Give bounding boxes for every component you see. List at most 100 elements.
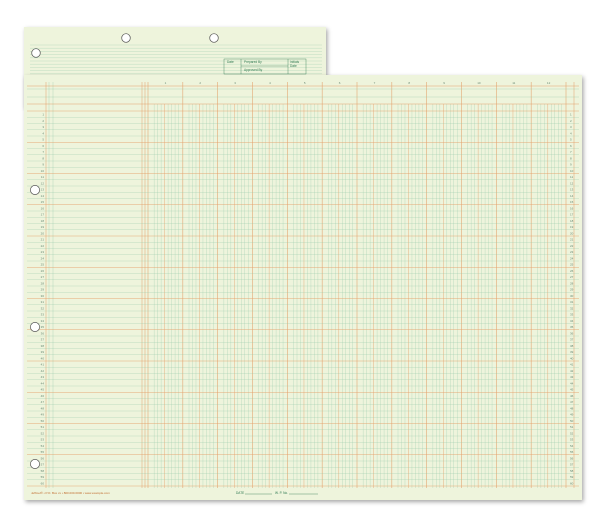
row-number: 12	[41, 181, 45, 185]
row-number: 37	[570, 338, 574, 342]
row-number: 24	[570, 256, 574, 260]
row-number: 44	[570, 381, 574, 385]
front-sheet: 1 12 23 34 45 56 67 78 89 910 1011 1112 1213 1314 1415…	[24, 75, 582, 500]
row-number: 25	[41, 263, 45, 267]
punch-hole	[30, 185, 40, 195]
row-number: 13	[570, 188, 574, 192]
row-number: 53	[41, 438, 45, 442]
row-number: 33	[570, 313, 574, 317]
row-number: 56	[570, 456, 574, 460]
row-number: 22	[41, 244, 45, 248]
row-number: 30	[570, 294, 574, 298]
column-number: 12	[547, 81, 551, 85]
row-number: 26	[41, 269, 45, 273]
punch-hole	[31, 48, 41, 58]
row-number: 45	[570, 388, 574, 392]
row-number: 15	[41, 200, 45, 204]
row-number: 18	[570, 219, 574, 223]
row-number: 30	[41, 294, 45, 298]
row-number: 48	[570, 406, 574, 410]
row-number: 11	[570, 175, 573, 179]
row-number: 35	[570, 325, 574, 329]
row-number: 25	[570, 263, 574, 267]
row-number: 43	[570, 375, 574, 379]
row-number: 49	[570, 413, 574, 417]
row-number: 52	[570, 431, 574, 435]
row-number: 11	[41, 175, 44, 179]
row-number: 14	[570, 194, 574, 198]
row-number: 33	[41, 313, 45, 317]
row-number: 10	[41, 169, 45, 173]
row-number: 51	[41, 425, 45, 429]
row-number: 50	[41, 419, 45, 423]
row-number: 29	[570, 288, 574, 292]
row-number: 49	[41, 413, 45, 417]
row-number: 50	[570, 419, 574, 423]
row-number: 38	[41, 344, 45, 348]
row-number: 46	[41, 394, 45, 398]
row-number: 45	[41, 388, 45, 392]
row-number: 22	[570, 244, 574, 248]
row-number: 32	[570, 306, 574, 310]
row-number: 56	[41, 456, 45, 460]
ledger-sheet-illustration: Date Prepared By Approved By Initials Da…	[24, 27, 582, 500]
row-number: 32	[41, 306, 45, 310]
row-number: 14	[41, 194, 45, 198]
row-number: 54	[570, 444, 574, 448]
row-number: 29	[41, 288, 45, 292]
row-number: 42	[570, 369, 574, 373]
header-approved-by-label: Approved By	[244, 68, 263, 72]
row-number: 57	[570, 463, 574, 467]
row-number: 39	[41, 350, 45, 354]
row-number: 35	[41, 325, 45, 329]
row-number: 47	[570, 400, 574, 404]
row-number: 47	[41, 400, 45, 404]
row-number: 31	[41, 300, 45, 304]
row-number: 41	[41, 363, 45, 367]
row-number: 31	[570, 300, 574, 304]
row-number: 27	[41, 275, 45, 279]
row-number: 26	[570, 269, 574, 273]
row-number: 41	[570, 363, 574, 367]
footer-wp-label: W. P. No.	[275, 491, 288, 495]
row-number: 38	[570, 344, 574, 348]
row-number: 36	[570, 331, 574, 335]
row-number: 53	[570, 438, 574, 442]
row-number: 34	[570, 319, 574, 323]
row-number: 12	[570, 181, 574, 185]
row-number: 19	[41, 225, 45, 229]
row-number: 57	[41, 463, 45, 467]
row-number: 16	[41, 206, 45, 210]
row-number: 46	[570, 394, 574, 398]
footer-date-label: DATE	[236, 491, 244, 495]
header-date-label: Date	[227, 60, 234, 64]
header-initials-date-label: Date	[290, 64, 297, 68]
row-number: 42	[41, 369, 45, 373]
row-number: 54	[41, 444, 45, 448]
row-number: 36	[41, 331, 45, 335]
row-number: 44	[41, 381, 45, 385]
row-number: 48	[41, 406, 45, 410]
row-number: 28	[41, 281, 45, 285]
row-number: 34	[41, 319, 45, 323]
row-number: 17	[570, 213, 574, 217]
row-number: 60	[41, 481, 45, 485]
row-number: 10	[570, 169, 574, 173]
row-number: 24	[41, 256, 45, 260]
row-number: 23	[570, 250, 574, 254]
row-number: 59	[41, 475, 45, 479]
footer-publisher-text: Jeffmel® • P.O. Box xx • 800.000.0000 • …	[31, 491, 110, 495]
row-number: 55	[41, 450, 45, 454]
row-number: 21	[570, 238, 574, 242]
row-number: 58	[41, 469, 45, 473]
row-number: 17	[41, 213, 45, 217]
row-number: 60	[570, 481, 574, 485]
row-number: 19	[570, 225, 574, 229]
row-number: 16	[570, 206, 574, 210]
row-number: 43	[41, 375, 45, 379]
row-number: 59	[570, 475, 574, 479]
front-sheet-paper	[24, 75, 582, 500]
column-number: 10	[477, 81, 481, 85]
row-number: 52	[41, 431, 45, 435]
header-prepared-by-label: Prepared By	[244, 60, 262, 64]
